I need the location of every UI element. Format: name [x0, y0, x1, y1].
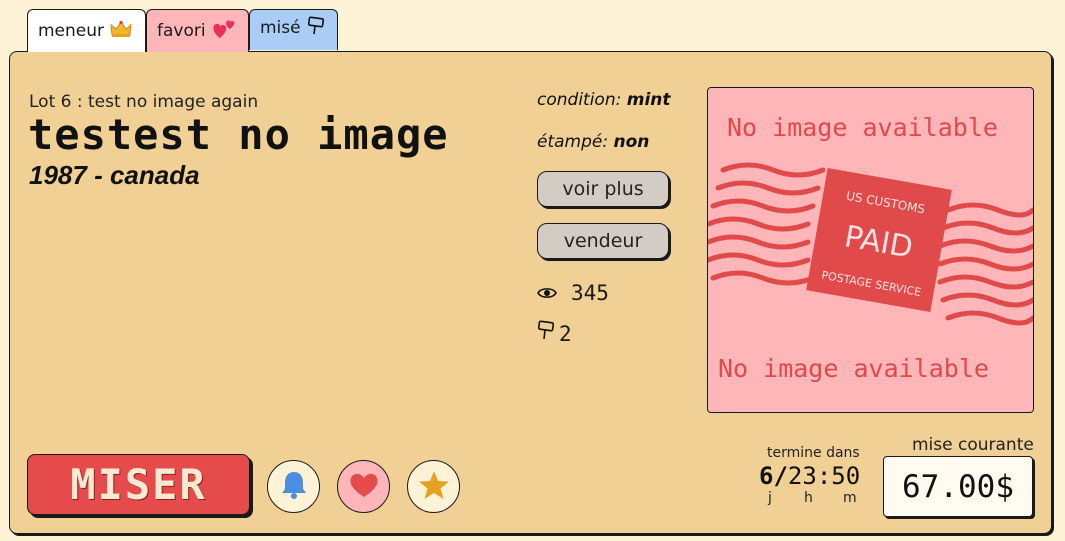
bids-count: 2 [537, 320, 572, 347]
tab-favori[interactable]: favori [146, 9, 249, 52]
tab-mise[interactable]: misé [249, 9, 338, 50]
lot-year-country: 1987 - canada [29, 160, 200, 190]
unit-hours: h [804, 490, 813, 506]
countdown-hours: 23 [787, 462, 817, 490]
tab-meneur-label: meneur [38, 21, 105, 41]
miser-button[interactable]: MISER [27, 454, 250, 515]
lot-number-line: Lot 6 : test no image again [29, 92, 259, 112]
lot-image-placeholder: No image available US CUSTOMS PAID POSTA… [707, 87, 1034, 413]
notify-button[interactable] [267, 460, 320, 513]
current-bid-label: mise courante [912, 435, 1034, 455]
condition-label: condition: [537, 90, 622, 110]
star-icon [418, 470, 450, 504]
stamped-info: étampé: non [537, 132, 649, 152]
star-button[interactable] [407, 460, 460, 513]
current-bid-value: 67.00$ [883, 456, 1033, 517]
hearts-icon [212, 18, 236, 44]
favorite-button[interactable] [337, 460, 390, 513]
tab-favori-label: favori [157, 21, 206, 41]
lot-title: testest no image [28, 110, 449, 159]
vendeur-button[interactable]: vendeur [537, 223, 669, 259]
no-image-text-top: No image available [727, 113, 998, 142]
stamped-label: étampé: [537, 132, 609, 152]
bell-icon [280, 469, 308, 505]
stamped-value: non [613, 132, 650, 152]
tab-meneur[interactable]: meneur [27, 9, 146, 52]
unit-days: j [768, 490, 772, 506]
countdown-minutes: 50 [831, 462, 861, 490]
voir-plus-button[interactable]: voir plus [537, 171, 669, 207]
countdown-days: 6 [759, 462, 774, 490]
gavel-icon [307, 16, 327, 40]
lot-card: Lot 6 : test no image again testest no i… [9, 51, 1052, 534]
bids-value: 2 [559, 321, 572, 346]
crown-icon [110, 20, 132, 42]
eye-icon [537, 281, 557, 305]
tab-mise-label: misé [260, 18, 301, 38]
countdown: 6/23:50 [759, 462, 861, 490]
condition-info: condition: mint [537, 90, 671, 110]
ends-in-label: termine dans [767, 445, 860, 461]
views-count: 345 [537, 281, 609, 305]
unit-minutes: m [843, 490, 857, 506]
condition-value: mint [626, 90, 671, 110]
heart-icon [348, 471, 380, 503]
paid-stamp-illustration: US CUSTOMS PAID POSTAGE SERVICE [708, 162, 1033, 326]
no-image-text-bottom: No image available [718, 354, 989, 383]
views-value: 345 [571, 281, 609, 305]
gavel-icon [537, 320, 557, 347]
